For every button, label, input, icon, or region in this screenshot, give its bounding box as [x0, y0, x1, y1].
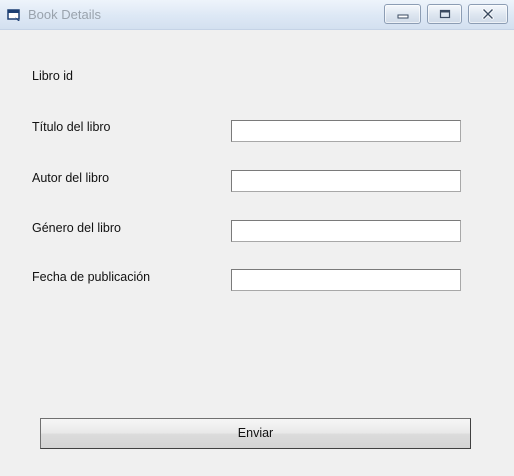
titulo-label: Título del libro — [32, 120, 111, 134]
title-bar[interactable]: Book Details — [0, 0, 514, 30]
genero-input[interactable] — [231, 220, 461, 242]
fecha-input[interactable] — [231, 269, 461, 291]
autor-label: Autor del libro — [32, 171, 110, 185]
autor-input[interactable] — [231, 170, 461, 192]
enviar-button[interactable]: Enviar — [40, 418, 471, 449]
genero-label: Género del libro — [32, 221, 121, 235]
fecha-label: Fecha de publicación — [32, 270, 151, 284]
close-icon — [481, 8, 495, 20]
maximize-icon — [439, 9, 450, 19]
libro-id-label: Libro id — [32, 69, 73, 83]
window-title: Book Details — [28, 7, 101, 22]
maximize-button[interactable] — [427, 4, 462, 24]
minimize-icon — [397, 14, 408, 19]
titulo-input[interactable] — [231, 120, 461, 142]
close-button[interactable] — [468, 4, 508, 24]
minimize-button[interactable] — [384, 4, 421, 24]
window-app-icon[interactable] — [6, 7, 22, 23]
book-details-window: Book Details Libro id Título del libro A… — [0, 0, 514, 476]
